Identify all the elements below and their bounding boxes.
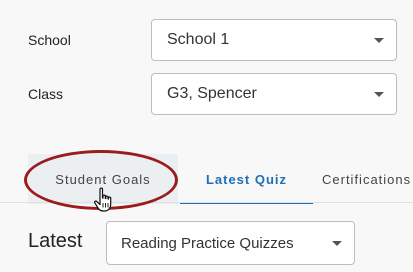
quiz-type-select[interactable]: Reading Practice Quizzes <box>106 221 355 265</box>
school-select-value: School 1 <box>167 31 230 48</box>
tab-latest-quiz[interactable]: Latest Quiz <box>180 154 313 204</box>
class-select[interactable]: G3, Spencer <box>151 73 397 115</box>
caret-down-icon <box>374 91 384 97</box>
class-label: Class <box>28 86 64 102</box>
tab-certifications-label: Certifications <box>322 171 412 187</box>
quiz-type-select-value: Reading Practice Quizzes <box>121 234 294 252</box>
caret-down-icon <box>332 240 342 246</box>
hand-pointer-icon <box>94 187 112 212</box>
caret-down-icon <box>374 37 384 43</box>
school-select[interactable]: School 1 <box>151 19 397 61</box>
class-select-value: G3, Spencer <box>167 85 257 102</box>
school-label: School <box>28 32 71 48</box>
tab-latest-quiz-label: Latest Quiz <box>205 171 288 187</box>
tab-certifications[interactable]: Certifications <box>322 154 413 204</box>
section-title: Latest <box>28 230 83 252</box>
page: School School 1 Class G3, Spencer Studen… <box>0 0 413 272</box>
